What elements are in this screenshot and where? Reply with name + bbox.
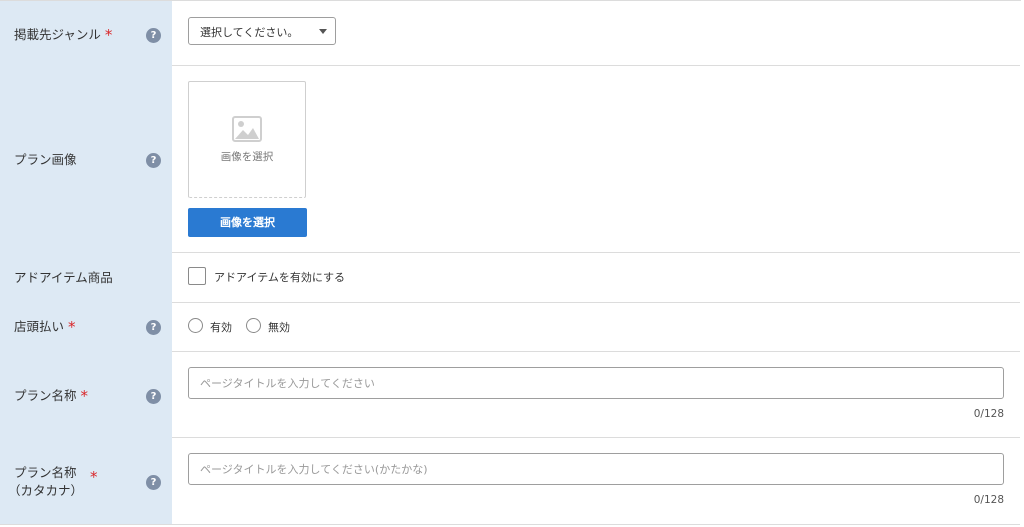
row-plan-name-kana: プラン名称 （カタカナ） * ? 0/128 [0,437,1020,525]
char-counter: 0/128 [973,408,1004,420]
label-cell: アドアイテム商品 [0,252,172,302]
row-genre: 掲載先ジャンル * ? 選択してください。 [0,1,1020,66]
field-content: 有効 無効 [172,302,1020,351]
required-mark: * [104,26,113,44]
radio-disabled[interactable] [246,318,261,333]
select-image-button[interactable]: 画像を選択 [188,208,307,237]
field-label-line1: プラン名称 [14,465,77,480]
row-plan-name: プラン名称* ? 0/128 [0,351,1020,438]
field-label: プラン名称 * [14,387,89,405]
field-content: 選択してください。 [172,1,1020,65]
label-cell: 店頭払い * ? [0,302,172,351]
field-label: アドアイテム商品 [14,270,113,285]
required-mark: * [68,318,76,336]
field-label: 店頭払い * [14,318,76,336]
label-cell: プラン名称 * ? [0,351,172,437]
ad-item-checkbox[interactable] [188,267,206,285]
field-label: プラン画像 [14,152,77,167]
plan-name-input[interactable] [188,367,1004,399]
plan-form: 掲載先ジャンル * ? 選択してください。 プラン画像 ? 画像を選択 画像を選… [0,0,1021,525]
plan-name-kana-input[interactable] [188,453,1004,485]
checkbox-label[interactable]: アドアイテムを有効にする [214,269,345,285]
select-value: 選択してください。 [200,26,299,39]
chevron-down-icon [319,29,327,34]
image-box-label: 画像を選択 [220,151,274,163]
required-mark: * [90,468,98,486]
field-label: 掲載先ジャンル * [14,26,113,44]
help-icon[interactable]: ? [146,320,161,335]
required-mark: * [80,387,89,405]
field-content: 0/128 [172,351,1020,437]
row-store-payment: 店頭払い * ? 有効 無効 [0,302,1020,352]
field-content: アドアイテムを有効にする [172,252,1020,302]
help-icon[interactable]: ? [146,389,161,404]
radio-enabled[interactable] [188,318,203,333]
help-icon[interactable]: ? [146,28,161,43]
image-preview-box[interactable]: 画像を選択 [188,81,306,198]
row-plan-image: プラン画像 ? 画像を選択 画像を選択 [0,65,1020,253]
row-ad-item: アドアイテム商品 アドアイテムを有効にする [0,252,1020,303]
label-cell: プラン画像 ? [0,65,172,252]
label-cell: 掲載先ジャンル * ? [0,1,172,65]
image-placeholder-icon [232,116,262,142]
label-cell: プラン名称 （カタカナ） * ? [0,437,172,524]
radio-label-enabled[interactable]: 有効 [210,319,232,335]
genre-select[interactable]: 選択してください。 [188,17,336,45]
radio-label-disabled[interactable]: 無効 [268,319,290,335]
field-label-line2: （カタカナ） [8,483,84,498]
char-counter: 0/128 [973,494,1004,506]
field-content: 画像を選択 画像を選択 [172,65,1020,252]
field-content: 0/128 [172,437,1020,524]
help-icon[interactable]: ? [146,153,161,168]
help-icon[interactable]: ? [146,475,161,490]
